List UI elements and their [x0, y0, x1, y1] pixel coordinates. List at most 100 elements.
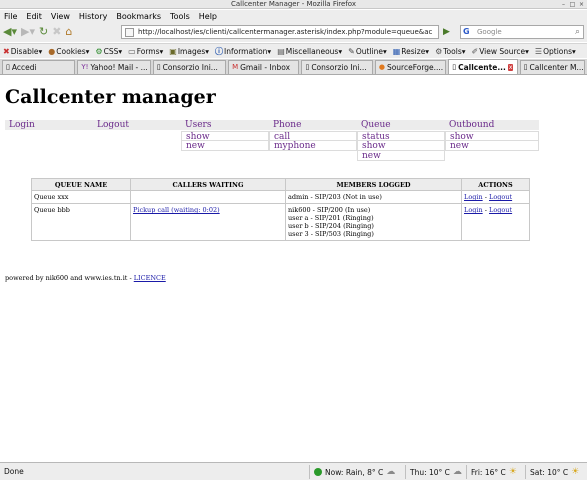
minimize-icon[interactable]: – [560, 1, 567, 8]
dev-css[interactable]: ⚙CSS▾ [95, 47, 122, 56]
column-header-queue-name: QUEUE NAME [31, 178, 131, 191]
dev-tools[interactable]: ⚙Tools▾ [435, 47, 465, 56]
menu-outbound-show[interactable]: show [445, 131, 539, 142]
queue-actions: Login - Logout [461, 190, 530, 204]
menu-login[interactable]: Login [5, 120, 93, 131]
menu-users-show[interactable]: show [181, 131, 269, 142]
menu-tools[interactable]: Tools [170, 12, 190, 21]
dev-forms[interactable]: ▭Forms▾ [128, 47, 163, 56]
weather-now[interactable]: Now: Rain, 8° C ☁ [309, 465, 395, 479]
sourceforge-icon: ● [378, 63, 385, 71]
menu-bookmarks[interactable]: Bookmarks [116, 12, 161, 21]
cloud-icon: ☁ [452, 467, 462, 477]
menu-view[interactable]: View [51, 12, 70, 21]
maximize-icon[interactable]: □ [569, 1, 576, 8]
menu-phone-call[interactable]: call [269, 131, 357, 142]
weather-sat[interactable]: Sat: 10° C ☀ [525, 465, 579, 479]
queue-logout-link[interactable]: Logout [489, 193, 512, 201]
page-icon [125, 28, 134, 37]
queue-login-link[interactable]: Login [464, 193, 483, 201]
dev-view-source[interactable]: ✐View Source▾ [472, 47, 529, 56]
menu-queue-new[interactable]: new [357, 151, 445, 161]
page-icon: ▯ [305, 63, 310, 71]
menu-outbound-new[interactable]: new [445, 141, 539, 151]
menu-help[interactable]: Help [199, 12, 217, 21]
table-row: Queue bbb Pickup call (waiting: 0:02) ni… [31, 203, 530, 241]
page-icon: ▯ [452, 62, 457, 71]
close-icon[interactable]: × [578, 1, 585, 8]
callers-waiting: Pickup call (waiting: 0:02) [130, 203, 286, 241]
search-input[interactable]: G Google ⌕ [460, 25, 584, 39]
dev-resize[interactable]: ▦Resize▾ [393, 47, 429, 56]
tab-consorzio-2[interactable]: ▯ Consorzio Ini... [301, 60, 373, 74]
table-row: Queue xxx admin - SIP/203 (Not in use) L… [31, 190, 530, 204]
menu-users[interactable]: Users [181, 120, 269, 131]
column-header-members-logged: MEMBERS LOGGED [285, 178, 462, 191]
menubar: File Edit View History Bookmarks Tools H… [0, 10, 587, 22]
url-text: http://localhost/ies/clienti/callcenterm… [138, 28, 433, 36]
menu-queue-status[interactable]: status [357, 131, 445, 142]
sun-cloud-icon: ☀ [508, 467, 517, 477]
weather-fri[interactable]: Fri: 16° C ☀ [466, 465, 517, 479]
queue-logout-link[interactable]: Logout [489, 206, 512, 214]
dev-options[interactable]: ☰Options▾ [535, 47, 576, 56]
tab-accedi[interactable]: ▯ Accedi [2, 60, 76, 74]
menu-users-new[interactable]: new [181, 141, 269, 151]
close-tab-icon[interactable]: x [507, 63, 514, 71]
column-header-actions: ACTIONS [461, 178, 530, 191]
menu-history[interactable]: History [79, 12, 107, 21]
page-icon: ▯ [6, 63, 10, 71]
back-icon[interactable]: ◀▾ [3, 24, 17, 40]
home-icon[interactable]: ⌂ [65, 24, 72, 40]
menu-queue-show[interactable]: show [357, 141, 445, 151]
yahoo-icon: Y! [81, 63, 89, 71]
tab-yahoo-mail[interactable]: Y! Yahoo! Mail - ... [77, 60, 151, 74]
menu-phone[interactable]: Phone [269, 120, 357, 131]
go-icon[interactable]: ▶ [443, 27, 450, 37]
menu-outbound[interactable]: Outbound [445, 120, 539, 131]
reload-icon[interactable]: ↻ [39, 24, 48, 40]
page-icon: ▯ [523, 63, 528, 71]
queue-name: Queue bbb [31, 203, 131, 241]
window-titlebar: Callcenter Manager - Mozilla Firefox – □… [0, 0, 587, 9]
tab-callcenter-2[interactable]: ▯ Callcenter M... [519, 60, 586, 74]
licence-link[interactable]: LICENCE [134, 274, 166, 282]
menu-phone-myphone[interactable]: myphone [269, 141, 357, 151]
search-placeholder: Google [477, 28, 502, 36]
menu-queue[interactable]: Queue [357, 120, 445, 131]
footer-text: powered by nik600 and www.ies.tn.it - [5, 274, 134, 282]
queue-status-table: QUEUE NAME CALLERS WAITING MEMBERS LOGGE… [31, 178, 530, 241]
stop-icon[interactable]: ✖ [52, 24, 61, 40]
tab-sourceforge[interactable]: ● SourceForge.... [374, 60, 447, 74]
column-header-callers-waiting: CALLERS WAITING [130, 178, 286, 191]
status-bar: Done Now: Rain, 8° C ☁ Thu: 10° C ☁ Fri:… [0, 462, 587, 480]
queue-login-link[interactable]: Login [464, 206, 483, 214]
menu-file[interactable]: File [4, 12, 17, 21]
url-input[interactable]: http://localhost/ies/clienti/callcenterm… [121, 25, 439, 39]
dev-miscellaneous[interactable]: ▤Miscellaneous▾ [277, 47, 342, 56]
dev-disable[interactable]: ✖Disable▾ [3, 47, 42, 56]
status-text: Done [4, 467, 24, 476]
dev-cookies[interactable]: ●Cookies▾ [48, 47, 89, 56]
callers-waiting [130, 190, 286, 204]
menu-logout[interactable]: Logout [93, 120, 181, 131]
dev-information[interactable]: ⓘInformation▾ [215, 46, 271, 57]
menu-edit[interactable]: Edit [26, 12, 42, 21]
page-title: Callcenter manager [5, 86, 216, 108]
tab-bar: ▯ Accedi Y! Yahoo! Mail - ... ▯ Consorzio I… [0, 59, 587, 75]
tab-consorzio-1[interactable]: ▯ Consorzio Ini... [152, 60, 227, 74]
footer: powered by nik600 and www.ies.tn.it - LI… [5, 274, 166, 282]
tab-gmail[interactable]: M Gmail - Inbox [228, 60, 300, 74]
rain-cloud-icon: ☁ [386, 467, 396, 477]
dev-outline[interactable]: ✎Outline▾ [348, 47, 387, 56]
members-logged: nik600 - SIP/200 (In use) user a - SIP/2… [285, 203, 462, 241]
dev-images[interactable]: ▣Images▾ [169, 47, 209, 56]
queue-name: Queue xxx [31, 190, 131, 204]
search-icon[interactable]: ⌕ [575, 26, 580, 38]
window-title: Callcenter Manager - Mozilla Firefox [231, 0, 356, 8]
weather-thu[interactable]: Thu: 10° C ☁ [405, 465, 462, 479]
tab-callcenter-active[interactable]: ▯ Callcente... x [448, 59, 518, 74]
forward-icon[interactable]: ▶▾ [21, 24, 35, 40]
pickup-call-link[interactable]: Pickup call (waiting: 0:02) [133, 206, 220, 214]
queue-actions: Login - Logout [461, 203, 530, 241]
